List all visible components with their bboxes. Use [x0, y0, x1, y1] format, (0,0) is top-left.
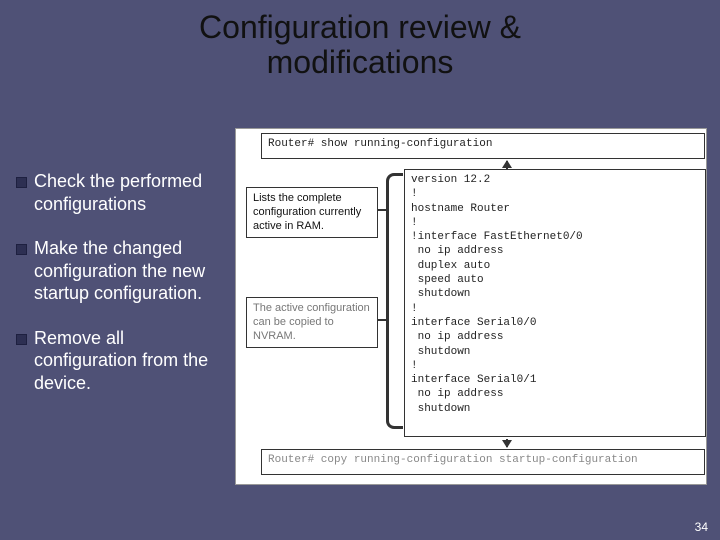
terminal-text: version 12.2 ! hostname Router ! !interf…	[411, 174, 583, 415]
bullet-item: Make the changed configuration the new s…	[16, 237, 226, 305]
curly-brace-icon	[386, 173, 403, 429]
bullet-item: Check the performed configurations	[16, 170, 226, 215]
callout-text: Lists the complete configuration current…	[253, 192, 361, 232]
arrow-up-icon	[506, 161, 508, 169]
terminal-running-config-output: version 12.2 ! hostname Router ! !interf…	[404, 169, 706, 437]
callout-nvram: The active configuration can be copied t…	[246, 297, 378, 348]
title-line-2: modifications	[267, 44, 454, 80]
diagram-panel: Router# show running-configuration versi…	[235, 128, 707, 485]
title-line-1: Configuration review &	[199, 9, 521, 45]
page-number-value: 34	[695, 520, 708, 534]
bullet-text: Remove all configuration from the device…	[34, 328, 208, 393]
terminal-copy-running: Router# copy running-configuration start…	[261, 449, 705, 475]
arrow-down-icon	[506, 439, 508, 447]
page-number: 34	[695, 520, 708, 534]
slide-title: Configuration review & modifications	[0, 10, 720, 80]
bullet-item: Remove all configuration from the device…	[16, 327, 226, 395]
terminal-show-running: Router# show running-configuration	[261, 133, 705, 159]
bullet-text: Make the changed configuration the new s…	[34, 238, 205, 303]
bullet-list: Check the performed configurations Make …	[16, 170, 226, 416]
terminal-text: Router# show running-configuration	[268, 138, 492, 150]
callout-text: The active configuration can be copied t…	[253, 302, 370, 342]
bullet-text: Check the performed configurations	[34, 171, 202, 214]
callout-ram: Lists the complete configuration current…	[246, 187, 378, 238]
terminal-text: Router# copy running-configuration start…	[268, 454, 638, 466]
